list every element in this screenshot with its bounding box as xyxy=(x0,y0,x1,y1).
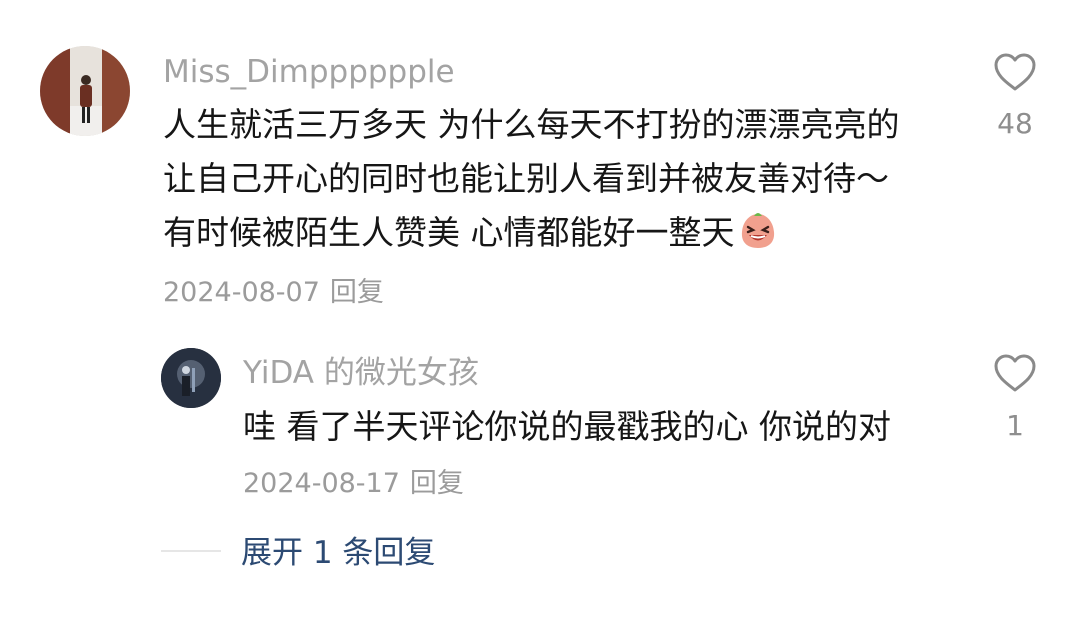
like-count: 48 xyxy=(997,107,1033,140)
reply-date: 2024-08-17 xyxy=(243,468,400,499)
replier-avatar[interactable] xyxy=(161,348,221,408)
replier-username[interactable]: YiDA 的微光女孩 xyxy=(243,353,479,393)
reply-button[interactable]: 回复 xyxy=(410,468,464,499)
divider xyxy=(161,550,221,552)
comment-date: 2024-08-07 xyxy=(163,277,320,308)
comment-line-text: 有时候被陌生人赞美 心情都能好一整天 xyxy=(163,213,735,252)
comment-line: 人生就活三万多天 为什么每天不打扮的漂漂亮亮的 xyxy=(163,105,900,144)
like-heart-icon[interactable] xyxy=(993,52,1037,92)
expand-replies-button[interactable]: 展开 1 条回复 xyxy=(241,533,435,573)
reply-body: 哇 看了半天评论你说的最戳我的心 你说的对 xyxy=(243,407,891,446)
comment-meta: 2024-08-07 回复 xyxy=(163,275,384,311)
reply-button[interactable]: 回复 xyxy=(330,277,384,308)
comment-line: 有时候被陌生人赞美 心情都能好一整天 xyxy=(163,206,900,268)
like-heart-icon[interactable] xyxy=(993,353,1037,393)
like-count: 1 xyxy=(1006,409,1024,442)
comment-line: 让自己开心的同时也能让别人看到并被友善对待～ xyxy=(163,159,889,198)
reply-meta: 2024-08-17 回复 xyxy=(243,466,464,502)
comment-body: 人生就活三万多天 为什么每天不打扮的漂漂亮亮的 让自己开心的同时也能让别人看到并… xyxy=(163,98,900,268)
laughing-face-emoji xyxy=(737,210,779,268)
commenter-avatar[interactable] xyxy=(40,46,130,136)
commenter-username[interactable]: Miss_Dimpppppple xyxy=(163,52,455,92)
